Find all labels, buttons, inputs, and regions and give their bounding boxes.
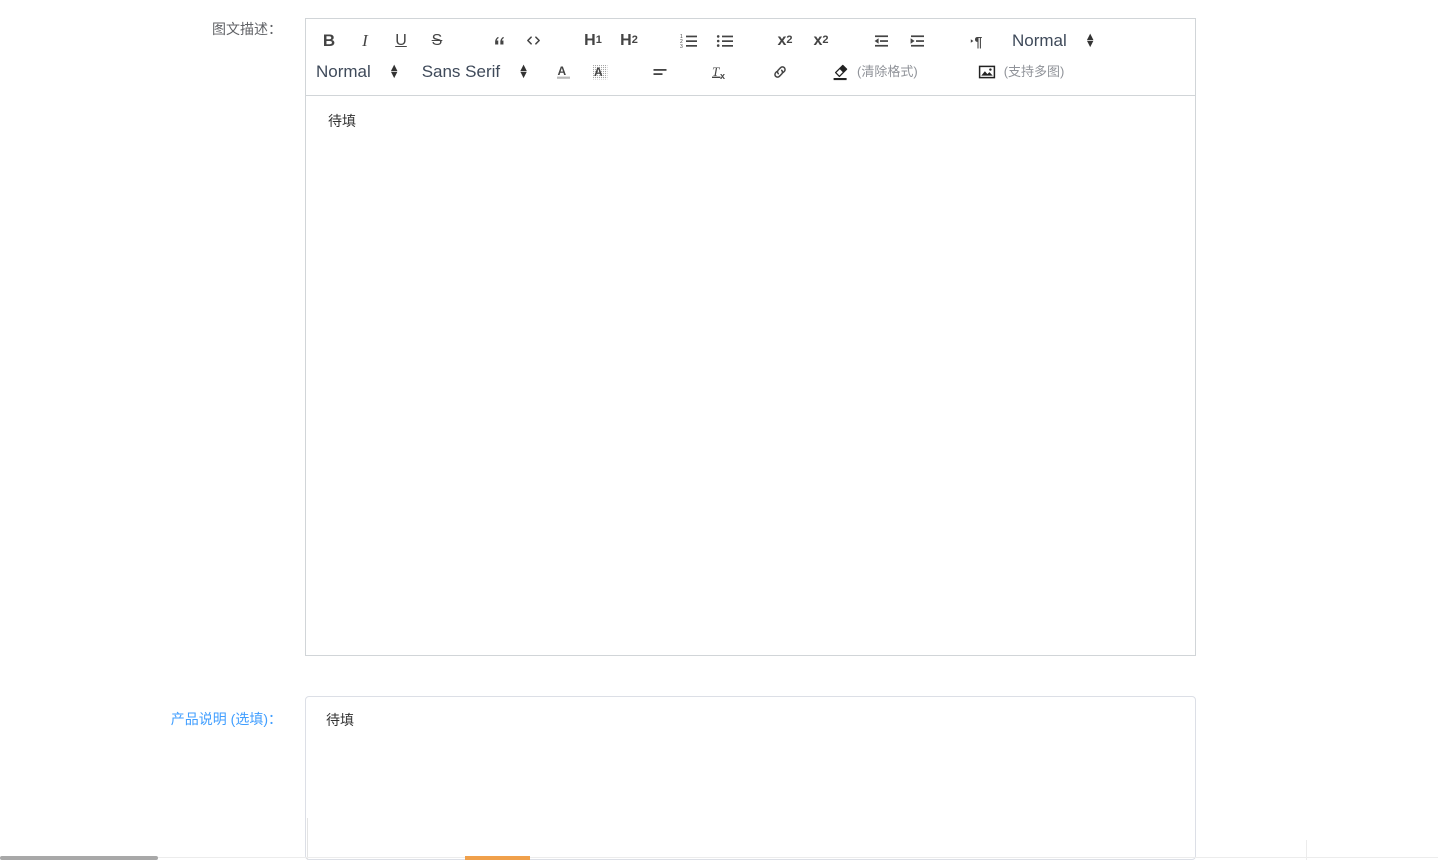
underline-icon[interactable]: U <box>388 28 414 54</box>
page-root: 图文描述： B I U S H1 H 2 1 2 3 x 2 x 2 ¶ Nor… <box>0 0 1438 860</box>
chevron-updown-icon: ▲ ▼ <box>388 61 400 81</box>
chevron-updown-icon: ▲ ▼ <box>518 61 530 81</box>
svg-text:A: A <box>594 65 603 79</box>
editor-toolbar-row-1: B I U S H1 H2 1 2 3 x 2 x 2 ¶ Normal ▲ ▼ <box>316 25 1185 56</box>
svg-text:A: A <box>558 64 567 78</box>
image-icon[interactable] <box>974 59 1000 85</box>
line-height-picker[interactable]: Normal ▲ ▼ <box>1012 28 1096 54</box>
blockquote-icon[interactable] <box>484 28 510 54</box>
text-direction-icon[interactable]: ¶ <box>964 28 990 54</box>
background-color-icon[interactable]: A <box>587 59 613 85</box>
chevron-updown-icon: ▲ ▼ <box>1084 30 1096 50</box>
svg-text:3: 3 <box>680 43 683 49</box>
clean-format-icon[interactable]: T x <box>707 59 733 85</box>
link-icon[interactable] <box>767 59 793 85</box>
align-icon[interactable] <box>647 59 673 85</box>
editor-toolbar: B I U S H1 H2 1 2 3 x 2 x 2 ¶ Normal ▲ ▼… <box>306 19 1195 96</box>
size-picker-label: Normal <box>316 61 371 81</box>
line-height-picker-label: Normal <box>1012 30 1067 50</box>
label-image-text-description: 图文描述： <box>212 21 282 37</box>
header-2-icon[interactable]: H2 <box>616 28 642 54</box>
bottom-hairline <box>0 857 1438 858</box>
ordered-list-icon[interactable]: 1 2 3 <box>676 28 702 54</box>
strikethrough-icon[interactable]: S <box>424 28 450 54</box>
svg-text:x: x <box>720 71 725 81</box>
bottom-accent-bar <box>465 856 530 860</box>
bottom-right-divider <box>1306 840 1307 860</box>
header-1-icon[interactable]: H1 <box>580 28 606 54</box>
font-family-picker[interactable]: Sans Serif ▲ ▼ <box>422 59 529 85</box>
superscript-icon[interactable]: x2 <box>808 28 834 54</box>
horizontal-scrollbar-thumb[interactable] <box>0 856 158 860</box>
size-picker[interactable]: Normal ▲ ▼ <box>316 59 400 85</box>
image-hint: (支持多图) <box>1003 63 1065 79</box>
indent-icon[interactable] <box>904 28 930 54</box>
editor-toolbar-row-2: Normal ▲ ▼ Sans Serif ▲ ▼ A A T x (清除格式)… <box>316 56 1185 87</box>
subscript-icon[interactable]: x2 <box>772 28 798 54</box>
rich-text-editor-content[interactable]: 待填 <box>306 96 1195 652</box>
rich-text-editor: B I U S H1 H2 1 2 3 x 2 x 2 ¶ Normal ▲ ▼… <box>305 18 1196 656</box>
outdent-icon[interactable] <box>868 28 894 54</box>
bold-icon[interactable]: B <box>316 28 342 54</box>
text-color-icon[interactable]: A <box>551 59 577 85</box>
font-family-picker-label: Sans Serif <box>421 61 501 81</box>
bullet-list-icon[interactable] <box>712 28 738 54</box>
clear-format-hint: (清除格式) <box>857 63 918 79</box>
bottom-vertical-divider <box>307 818 308 860</box>
italic-icon[interactable]: I <box>352 28 378 54</box>
eraser-icon[interactable] <box>827 59 853 85</box>
product-description-textarea[interactable]: 待填 <box>305 696 1196 860</box>
svg-text:¶: ¶ <box>975 33 983 49</box>
label-product-description: 产品说明 (选填)： <box>170 711 282 727</box>
code-block-icon[interactable] <box>520 28 546 54</box>
